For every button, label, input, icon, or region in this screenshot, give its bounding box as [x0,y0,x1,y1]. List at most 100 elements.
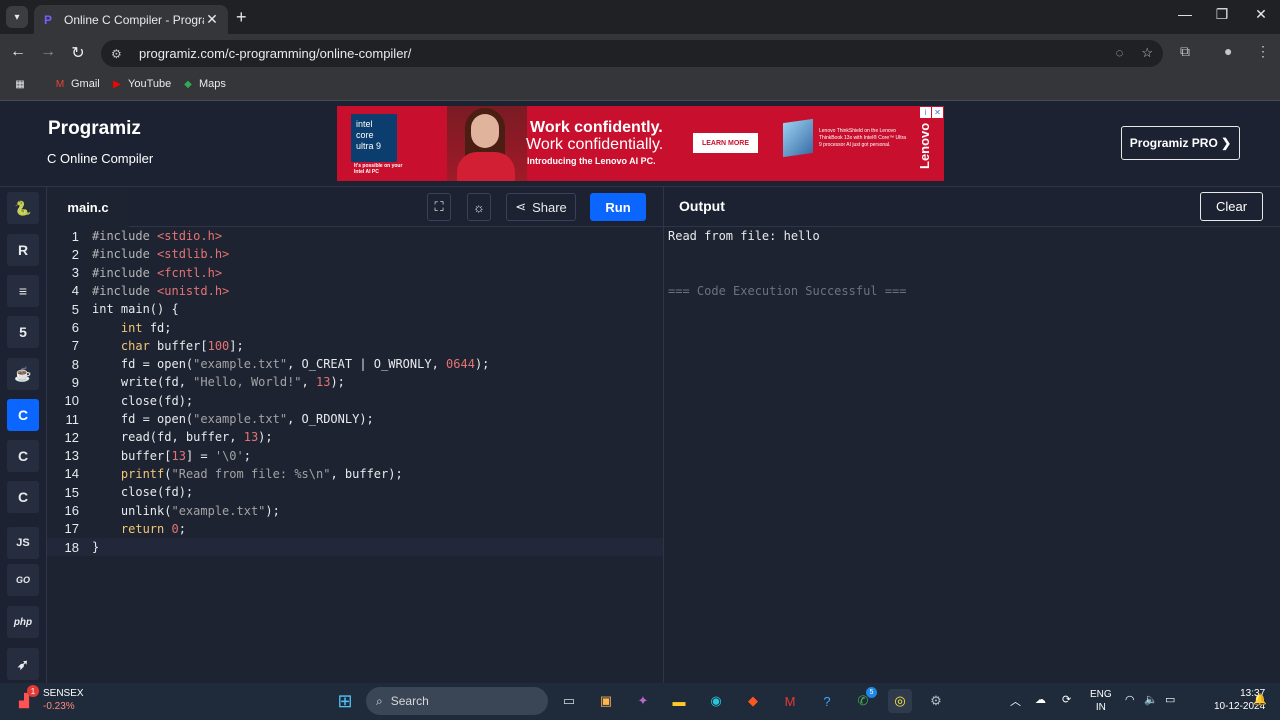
code-line[interactable]: 4 #include <unistd.h> [47,282,663,300]
fullscreen-icon[interactable]: ⛶ [427,193,451,221]
theme-toggle-icon[interactable]: ☼ [467,193,491,221]
notification-bell-icon[interactable]: 🔔 [1253,693,1267,706]
code-text: buffer[13] = '\0'; [92,448,251,463]
code-line[interactable]: 3 #include <fcntl.h> [47,264,663,282]
code-line[interactable]: 18} [47,538,663,557]
code-line[interactable]: 9 write(fd, "Hello, World!", 13); [47,373,663,391]
eye-off-icon[interactable]: ◌ [1116,45,1124,61]
ad-learn-more-button[interactable]: LEARN MORE [693,133,758,153]
code-line[interactable]: 1 #include <stdio.h> [47,227,663,245]
code-line[interactable]: 15 close(fd); [47,483,663,501]
browser-menu-icon[interactable]: ⋮ [1256,43,1270,60]
ad-headline-1: Work confidently. [530,119,663,136]
ad-small-text: Lenovo ThinkShield on the Lenovo ThinkBo… [819,128,907,148]
sql-database-icon[interactable]: ≡ [7,275,39,307]
code-line[interactable]: 5 int main() { [47,300,663,318]
output-line: Read from file: hello [668,229,820,243]
forward-icon[interactable]: → [38,43,58,61]
code-line[interactable]: 12 read(fd, buffer, 13); [47,428,663,446]
code-line[interactable]: 14 printf("Read from file: %s\n", buffer… [47,465,663,483]
line-number: 18 [64,539,79,555]
line-number: 12 [64,429,79,445]
code-editor[interactable]: 1 #include <stdio.h> 2 #include <stdlib.h> 3… [47,227,663,683]
sync-icon[interactable]: ⟳ [1062,693,1071,706]
ad-headline-3: Introducing the Lenovo AI PC. [527,156,656,166]
code-line[interactable]: 10 close(fd); [47,392,663,410]
code-line[interactable]: 11 fd = open("example.txt", O_RDONLY); [47,410,663,428]
reload-icon[interactable]: ↻ [68,43,88,63]
bookmark-gmail[interactable]: M Gmail [54,78,100,90]
code-text: unlink("example.txt"); [92,503,280,518]
sensex-widget[interactable]: SENSEX -0.23% [43,687,84,713]
ad-info-icon[interactable]: i [920,107,931,118]
ad-close-icon[interactable]: ✕ [932,107,943,118]
r-language-icon[interactable]: R [7,234,39,266]
c-language-icon[interactable]: C [7,399,39,431]
edge-icon[interactable]: ◉ [704,689,728,713]
file-tab-main-c[interactable]: main.c [47,187,129,227]
copilot-icon[interactable]: ✦ [631,689,655,713]
ad-laptop-image [783,118,813,158]
onedrive-icon[interactable]: ☁ [1035,693,1046,706]
python-icon[interactable]: 🐍 [7,192,39,224]
javascript-icon[interactable]: JS [7,527,39,559]
show-hidden-icons[interactable]: ︿ [1010,693,1021,709]
wifi-icon[interactable]: ◠ [1125,693,1135,706]
apps-grid-icon[interactable]: ▦ [14,78,26,90]
clear-button[interactable]: Clear [1200,192,1263,221]
app-diamond-icon[interactable]: ◆ [741,689,765,713]
code-line[interactable]: 8 fd = open("example.txt", O_CREAT | O_W… [47,355,663,373]
store-icon[interactable]: ▣ [594,689,618,713]
file-explorer-icon[interactable]: ▬ [667,689,691,713]
html5-icon[interactable]: 5 [7,316,39,348]
address-bar[interactable]: ⚙ programiz.com/c-programming/online-com… [101,40,1163,67]
cpp-icon[interactable]: C [7,440,39,472]
code-line[interactable]: 2 #include <stdlib.h> [47,245,663,263]
code-line[interactable]: 7 char buffer[100]; [47,337,663,355]
go-icon[interactable]: GO [7,564,39,596]
programiz-pro-button[interactable]: Programiz PRO ❯ [1121,126,1240,160]
language-indicator[interactable]: ENG IN [1090,688,1112,714]
programiz-logo[interactable]: Programiz [48,118,141,140]
csharp-icon[interactable]: C [7,481,39,513]
swift-icon[interactable]: ➶ [7,648,39,680]
code-line[interactable]: 16 unlink("example.txt"); [47,502,663,520]
java-icon[interactable]: ☕ [7,358,39,390]
back-icon[interactable]: ← [8,43,28,61]
line-number: 6 [71,320,79,335]
restore-button[interactable]: ❐ [1210,6,1234,23]
code-line[interactable]: 13 buffer[13] = '\0'; [47,447,663,465]
extensions-icon[interactable]: ⧉ [1180,43,1190,60]
task-view-icon[interactable]: ▭ [557,689,581,713]
close-window-button[interactable]: ✕ [1249,6,1273,23]
run-button[interactable]: Run [590,193,646,221]
minimize-button[interactable]: — [1173,6,1197,22]
bookmark-youtube[interactable]: ▶ YouTube [111,78,171,90]
code-line[interactable]: 17 return 0; [47,520,663,538]
settings-gear-icon[interactable]: ⚙ [924,689,948,713]
bookmark-star-icon[interactable]: ☆ [1141,45,1153,61]
share-button[interactable]: ⋖ Share [506,193,576,221]
code-line[interactable]: 6 int fd; [47,319,663,337]
advertisement-banner[interactable]: intel core ultra 9 It's possible on your… [337,106,944,181]
chrome-icon[interactable]: ◎ [888,689,912,713]
help-icon[interactable]: ? [815,689,839,713]
line-number: 4 [71,283,79,299]
line-number: 11 [65,411,80,427]
mcafee-icon[interactable]: M [778,689,802,713]
code-text: int main() { [92,302,179,317]
windows-start-icon[interactable]: ⊞ [333,689,357,713]
php-icon[interactable]: php [7,606,39,638]
new-tab-button[interactable]: + [236,8,247,26]
lenovo-logo: Lenovo [917,122,932,170]
close-tab-icon[interactable]: ✕ [204,11,220,28]
browser-tab[interactable]: P Online C Compiler - Programiz ✕ [34,5,228,34]
bookmark-maps[interactable]: ◆ Maps [182,78,226,90]
battery-icon[interactable]: ▭ [1165,693,1175,706]
profile-avatar[interactable]: ● [1224,43,1232,59]
volume-icon[interactable]: 🔈 [1144,693,1158,706]
gmail-icon: M [55,78,65,90]
site-info-icon[interactable]: ⚙ [111,47,125,61]
taskbar-search[interactable]: ⌕ Search [366,687,548,715]
tab-search-button[interactable]: ▾ [6,6,28,28]
